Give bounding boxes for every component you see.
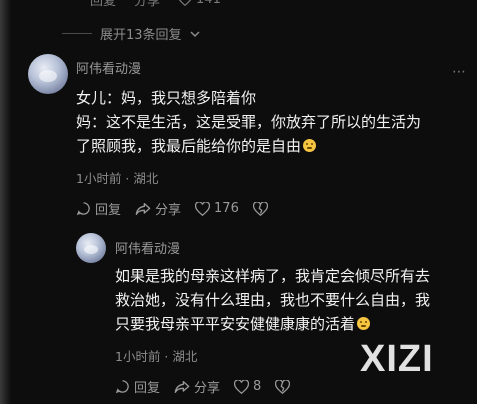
dislike-button[interactable] <box>252 201 268 216</box>
share-label: 分享 <box>134 0 161 9</box>
emoji-icon <box>357 317 371 330</box>
comment-actions: 回复 分享 176 <box>76 199 282 218</box>
reply-line: 只要我母亲平平安安健健康康的活着 <box>115 312 477 336</box>
previous-comment-actions: 回复 分享 141 <box>90 0 221 9</box>
dislike-icon <box>252 201 268 216</box>
heart-icon <box>195 201 211 216</box>
reply-line: 如果是我的母亲这样病了，我肯定会倾尽所有去 <box>115 267 431 285</box>
reply-meta: 1小时前 · 湖北 <box>115 349 198 364</box>
avatar[interactable] <box>28 54 68 94</box>
share-button[interactable]: 分享 <box>174 377 220 396</box>
reply-action[interactable]: 回复 <box>90 0 116 9</box>
share-label: 分享 <box>155 203 182 218</box>
comments-panel: 回复 分享 141 展开13条回复 阿伟看动漫 ⋯ 女儿：妈，我只想多陪着你 妈… <box>12 0 477 404</box>
heart-icon <box>234 379 250 394</box>
comment-line: 了照顾我，我最后能给你的是自由 <box>76 134 476 158</box>
reply-icon <box>76 202 90 216</box>
emoji-icon <box>303 139 317 152</box>
like-count: 8 <box>253 379 262 394</box>
reply-line: 救治她，没有什么理由，我也不要什么自由，我 <box>115 291 431 309</box>
watermark-logo: XIZI <box>360 338 434 380</box>
avatar[interactable] <box>76 233 106 263</box>
like-button[interactable]: 8 <box>234 379 261 394</box>
reply-button[interactable]: 回复 <box>76 199 121 218</box>
reply-username[interactable]: 阿伟看动漫 <box>115 238 180 257</box>
reply-label: 回复 <box>95 203 122 218</box>
comment-body: 女儿：妈，我只想多陪着你 妈：这不是生活，这是受罪，你放弃了所以的生活为 了照顾… <box>76 86 476 158</box>
like-count: 176 <box>214 201 239 216</box>
chevron-down-icon <box>190 30 200 37</box>
share-label: 分享 <box>194 381 221 396</box>
like-count: 141 <box>196 0 221 7</box>
comment-meta: 1小时前 · 湖北 <box>76 171 159 186</box>
dislike-button[interactable] <box>275 379 291 394</box>
comment-line: 妈：这不是生活，这是受罪，你放弃了所以的生活为 <box>76 113 422 131</box>
reply-label: 回复 <box>90 0 117 9</box>
share-button[interactable]: 分享 <box>135 199 181 218</box>
reply-button[interactable]: 回复 <box>115 377 160 396</box>
background-image-edge <box>0 0 12 404</box>
reply-actions: 回复 分享 8 <box>115 377 304 396</box>
reply-body: 如果是我的母亲这样病了，我肯定会倾尽所有去 救治她，没有什么理由，我也不要什么自… <box>115 264 477 336</box>
like-button[interactable]: 176 <box>195 201 239 216</box>
like-action[interactable]: 141 <box>178 0 221 9</box>
expand-replies-label: 展开13条回复 <box>100 28 182 43</box>
comment-line-text: 了照顾我，我最后能给你的是自由 <box>76 137 302 155</box>
expand-replies[interactable]: 展开13条回复 <box>62 24 200 43</box>
share-icon <box>174 380 190 393</box>
dislike-icon <box>275 379 291 394</box>
comment-username[interactable]: 阿伟看动漫 <box>76 58 141 77</box>
divider-line <box>62 33 92 34</box>
reply-icon <box>115 380 129 394</box>
share-icon <box>135 202 151 215</box>
share-action[interactable]: 分享 <box>134 0 160 9</box>
more-icon[interactable]: ⋯ <box>452 64 467 80</box>
comment-line: 女儿：妈，我只想多陪着你 <box>76 89 257 107</box>
reply-line-text: 只要我母亲平平安安健健康康的活着 <box>115 315 356 333</box>
heart-icon <box>179 0 192 6</box>
reply-label: 回复 <box>134 381 161 396</box>
